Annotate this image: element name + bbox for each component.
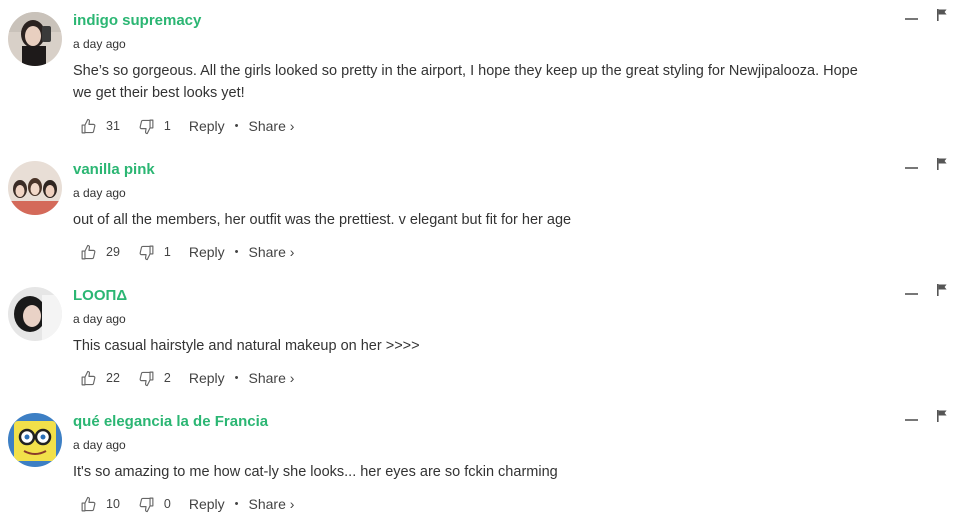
comment-actions: 10 0 Reply • Share › [80, 493, 294, 515]
username[interactable]: qué elegancia la de Francia [73, 413, 268, 431]
comment-text: out of all the members, her outfit was t… [73, 212, 572, 228]
timestamp: a day ago [73, 37, 126, 51]
dislike-count: 0 [163, 497, 171, 511]
dislike-button[interactable]: 1 [138, 244, 171, 261]
thumbs-down-icon [139, 119, 154, 134]
thumbs-down-icon [139, 497, 154, 512]
flag-icon[interactable] [936, 283, 948, 302]
like-count: 29 [106, 245, 120, 259]
thumbs-up-icon [81, 496, 96, 511]
like-count: 31 [106, 119, 120, 133]
avatar[interactable] [8, 161, 62, 215]
thumbs-down-icon [139, 371, 154, 386]
username[interactable]: indigo supremacy [73, 12, 201, 30]
share-button[interactable]: Share › [249, 118, 295, 134]
separator: • [234, 372, 239, 384]
dislike-button[interactable]: 1 [138, 118, 171, 135]
dislike-button[interactable]: 2 [138, 370, 171, 387]
reply-button[interactable]: Reply [189, 244, 225, 260]
comment-actions: 29 1 Reply • Share › [80, 241, 294, 263]
comment-text: She’s so gorgeous. All the girls looked … [73, 63, 858, 101]
like-button[interactable]: 31 [80, 118, 120, 135]
comment-actions: 31 1 Reply • Share › [80, 115, 294, 137]
share-button[interactable]: Share › [249, 370, 295, 386]
dislike-button[interactable]: 0 [138, 496, 171, 513]
like-count: 10 [106, 497, 120, 511]
timestamp: a day ago [73, 312, 126, 326]
dislike-count: 1 [163, 245, 171, 259]
thumbs-up-icon [81, 370, 96, 385]
like-button[interactable]: 10 [80, 496, 120, 513]
share-button[interactable]: Share › [249, 244, 295, 260]
minus-icon[interactable] [905, 293, 918, 295]
minus-icon[interactable] [905, 419, 918, 421]
flag-icon[interactable] [936, 8, 948, 27]
share-button[interactable]: Share › [249, 496, 295, 512]
comment-text: This casual hairstyle and natural makeup… [73, 338, 420, 354]
separator: • [234, 498, 239, 510]
separator: • [234, 120, 239, 132]
comment-text: It's so amazing to me how cat-ly she loo… [73, 464, 558, 480]
flag-icon[interactable] [936, 157, 948, 176]
dislike-count: 1 [163, 119, 171, 133]
avatar[interactable] [8, 287, 62, 341]
flag-icon[interactable] [936, 409, 948, 428]
like-count: 22 [106, 371, 120, 385]
dislike-count: 2 [163, 371, 171, 385]
minus-icon[interactable] [905, 167, 918, 169]
avatar[interactable] [8, 12, 62, 66]
reply-button[interactable]: Reply [189, 370, 225, 386]
separator: • [234, 246, 239, 258]
username[interactable]: vanilla pink [73, 161, 155, 179]
timestamp: a day ago [73, 186, 126, 200]
username[interactable]: LOOΠΔ [73, 287, 127, 305]
minus-icon[interactable] [905, 18, 918, 20]
thumbs-up-icon [81, 244, 96, 259]
thumbs-down-icon [139, 245, 154, 260]
timestamp: a day ago [73, 438, 126, 452]
comment-actions: 22 2 Reply • Share › [80, 367, 294, 389]
reply-button[interactable]: Reply [189, 118, 225, 134]
like-button[interactable]: 22 [80, 370, 120, 387]
like-button[interactable]: 29 [80, 244, 120, 261]
thumbs-up-icon [81, 118, 96, 133]
reply-button[interactable]: Reply [189, 496, 225, 512]
avatar[interactable] [8, 413, 62, 467]
